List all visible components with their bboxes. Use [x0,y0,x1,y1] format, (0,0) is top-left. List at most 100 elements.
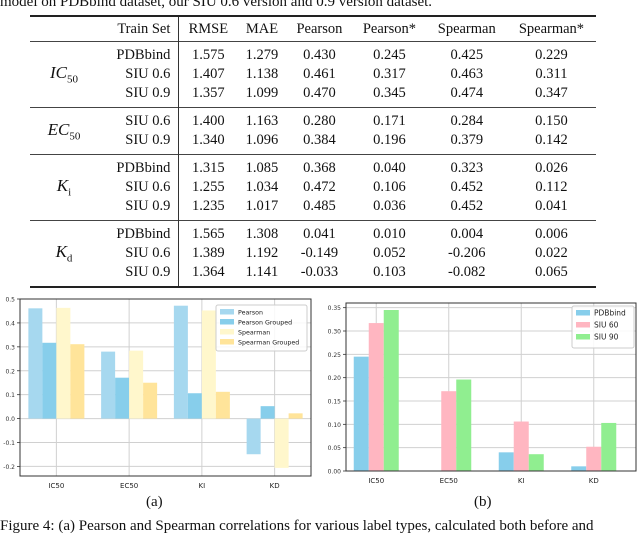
ytick-label: 0.15 [328,399,342,406]
legend-label: Pearson [238,310,263,317]
table-row: SIU 0.9 1.340 1.096 0.384 0.196 0.379 0.142 [30,131,596,155]
bar [56,307,71,419]
xtick-label: KD [270,482,280,490]
table-cell: 0.368 [303,160,336,176]
header-train-set: Train Set [98,16,180,42]
table-cell: 0.347 [535,85,568,101]
table-cell: -0.033 [300,264,339,280]
cell-train-set: PDBbind [98,220,180,244]
table-cell: 1.575 [192,47,225,63]
table-cell: 0.452 [450,179,484,195]
bar [571,466,587,471]
label-type: Ki [30,155,98,221]
subcaption-b: (b) [474,494,492,510]
header-rmse: RMSE [188,20,229,37]
table-cell: 0.022 [535,245,568,261]
table-cell: 0.006 [535,226,568,242]
table-cell: 1.141 [245,264,279,280]
table-row: SIU 0.6 1.389 1.192 -0.149 0.052 -0.206 0.022 [30,244,596,263]
table-cell: 0.171 [373,113,406,129]
table-row: SIU 0.9 1.357 1.099 0.470 0.345 0.474 0.347 [30,84,596,108]
label-type-sub: d [66,252,73,265]
table-cell: 1.138 [245,66,279,82]
table-cell: 1.315 [192,160,225,176]
legend-swatch [220,339,234,345]
table-cell: 0.040 [373,160,406,176]
bar [274,418,289,468]
table-cell: 0.010 [373,226,406,242]
label-type-sub: 50 [67,73,78,86]
label-type: EC50 [30,108,98,155]
xtick-label: IC50 [368,477,384,485]
table-row: SIU 0.6 1.407 1.138 0.461 0.317 0.463 0.311 [30,65,596,84]
table-cell: 1.364 [192,264,225,280]
table-row: EC50 SIU 0.6 1.400 1.163 0.280 0.171 0.284 0.15… [30,107,596,142]
table-cell: 0.229 [535,47,568,63]
bar [101,351,116,419]
chart-b: 0.35 0.30 0.25 0.20 0.15 0.10 0.05 0.00 IC50 EC50… [328,302,637,485]
bar [28,308,43,419]
bar [115,377,130,419]
table-row: SIU 0.6 1.255 1.034 0.472 0.106 0.452 0.112 [30,178,596,197]
results-table: Train Set RMSE MAE Pearson Pearson* Spea… [30,15,596,288]
table-cell: 1.308 [245,226,279,242]
legend-label: SIU 60 [594,321,619,330]
ytick-label: 0.5 [5,297,15,304]
bar [187,393,202,419]
header-spearman-star: Spearman* [518,20,585,37]
table-cell: 0.280 [303,113,336,129]
table-cell: 0.052 [373,245,406,261]
bar [383,310,399,471]
table-cell: 0.474 [450,85,484,101]
table-cell: 0.284 [450,113,484,129]
table-cell: 0.323 [450,160,484,176]
cell-train-set: SIU 0.6 [98,107,180,131]
bar [456,379,472,471]
label-type: IC50 [30,42,98,108]
bar [42,342,57,419]
table-cell: 1.565 [192,226,225,242]
table-cell: 0.196 [373,132,406,148]
table-cell: 1.085 [245,160,279,176]
xtick-label: KI [199,482,206,490]
cell-train-set: SIU 0.6 [98,65,180,84]
label-type-main: IC [50,63,67,83]
table-group: Ki PDBbind 1.315 1.085 0.368 0.040 0.323 0.026 S… [30,154,596,221]
ytick-label: 0.3 [5,344,15,351]
legend-label: SIU 90 [594,333,619,342]
label-type-main: K [56,176,69,196]
table-cell: 1.340 [192,132,225,148]
ytick-label: 0.10 [328,422,342,429]
cell-train-set: SIU 0.9 [98,197,180,221]
ytick-label: 0.1 [5,392,15,399]
ytick-label: 0.30 [328,329,342,336]
legend-label: Pearson Grouped [238,320,292,327]
table-row: SIU 0.9 1.235 1.017 0.485 0.036 0.452 0.041 [30,197,596,221]
bar [288,413,303,419]
bar [586,446,602,471]
ytick-label: -0.2 [3,464,15,471]
table-cell: 0.004 [450,226,484,242]
subcaption-a: (a) [146,494,163,510]
table-cell: 0.041 [303,226,336,242]
legend-swatch [576,310,590,316]
ytick-label: 0.05 [328,445,342,452]
label-type: Kd [30,221,98,288]
bar [513,421,529,471]
table-cell: 0.041 [535,198,568,214]
table-cell: 1.400 [192,113,225,129]
table-cell: 0.485 [303,198,336,214]
label-type-sub: i [68,186,72,199]
label-type-main: EC [47,119,70,139]
legend-swatch [576,322,590,328]
bar [173,305,188,419]
table-cell: 0.245 [373,47,406,63]
bar [215,391,230,419]
table-group: Kd PDBbind 1.565 1.308 0.041 0.010 0.004 0.006 S… [30,220,596,288]
table-cell: 1.357 [192,85,225,101]
legend-swatch [220,309,234,315]
table-cell: 0.461 [303,66,336,82]
ytick-label: -0.1 [3,440,15,447]
table-cell: 1.034 [245,179,279,195]
legend-label: Spearman Grouped [238,340,299,347]
